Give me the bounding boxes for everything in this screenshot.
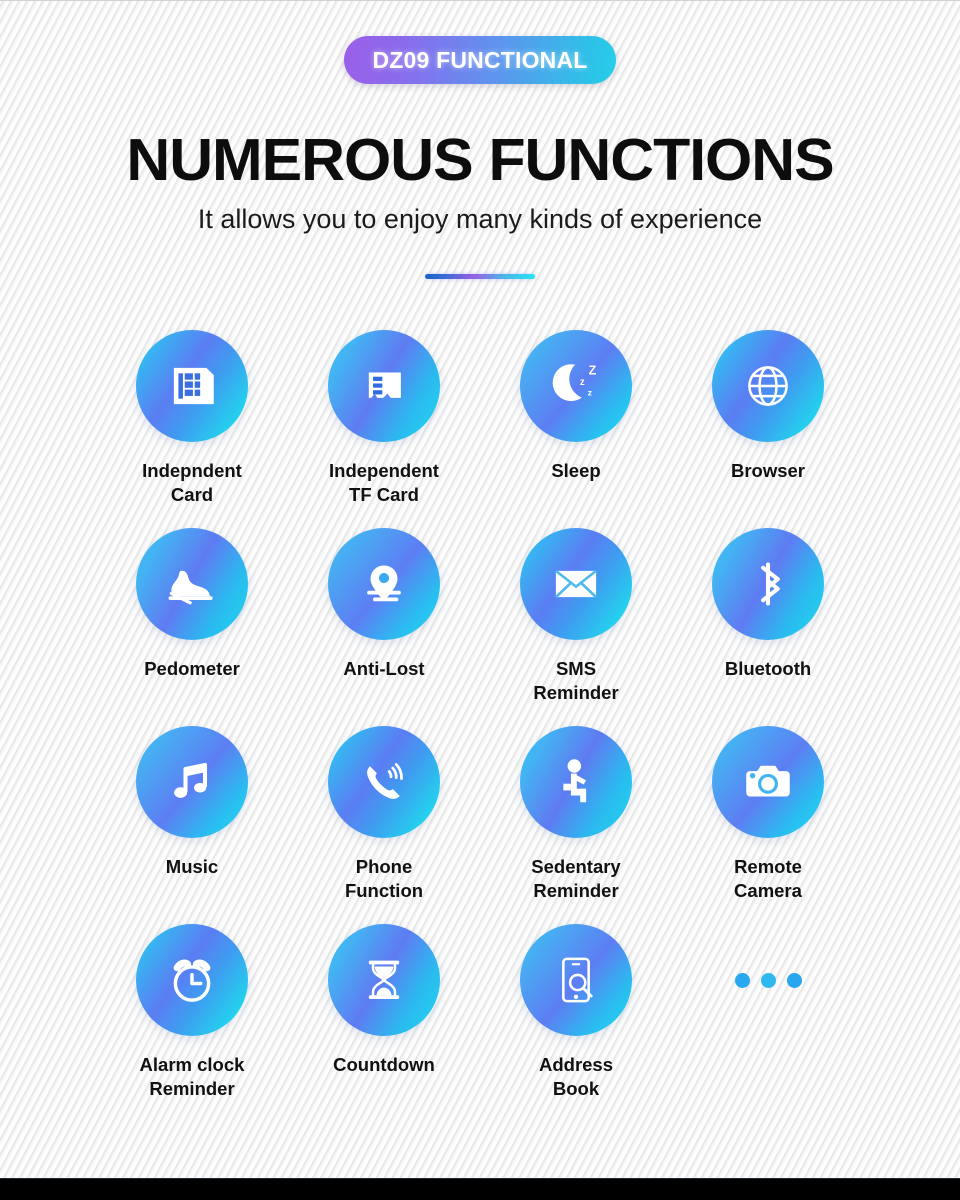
feature-item-alarm-clock-reminder[interactable]: Alarm clock Reminder xyxy=(96,924,288,1122)
dot-1 xyxy=(734,972,750,988)
icon-circle xyxy=(712,528,824,640)
feature-label: Alarm clock Reminder xyxy=(139,1054,245,1100)
sneaker-icon xyxy=(162,554,222,614)
feature-grid: Indepndent Card Independent TF Card Z z … xyxy=(96,330,864,1122)
icon-circle xyxy=(136,528,248,640)
feature-item-browser[interactable]: Browser xyxy=(672,330,864,528)
camera-icon xyxy=(739,753,797,811)
feature-item-sedentary-reminder[interactable]: Sedentary Reminder xyxy=(480,726,672,924)
svg-text:z: z xyxy=(588,388,593,398)
feature-item-phone-function[interactable]: Phone Function xyxy=(288,726,480,924)
icon-circle xyxy=(328,330,440,442)
page-title: NUMEROUS FUNCTIONS xyxy=(126,127,834,193)
icon-circle xyxy=(712,330,824,442)
feature-label: Indepndent Card xyxy=(142,460,242,506)
icon-circle xyxy=(328,924,440,1036)
feature-label: Address Book xyxy=(538,1054,614,1100)
bluetooth-icon xyxy=(742,558,794,610)
icon-circle xyxy=(328,528,440,640)
dot-2 xyxy=(760,972,776,988)
promo-page: DZ09 FUNCTIONAL NUMEROUS FUNCTIONS It al… xyxy=(0,0,960,1200)
svg-text:z: z xyxy=(580,377,585,388)
location-pin-icon xyxy=(357,557,411,611)
feature-label: Independent TF Card xyxy=(329,460,439,506)
svg-text:Z: Z xyxy=(589,363,597,377)
feature-item-sms-reminder[interactable]: SMS Reminder xyxy=(480,528,672,726)
globe-icon xyxy=(741,359,795,413)
icon-circle: Z z z xyxy=(520,330,632,442)
icon-circle xyxy=(136,924,248,1036)
tf-card-icon xyxy=(357,359,411,413)
sitting-person-icon xyxy=(549,755,603,809)
feature-item-independent-tf-card[interactable]: Independent TF Card xyxy=(288,330,480,528)
icon-circle xyxy=(712,726,824,838)
feature-item-countdown[interactable]: Countdown xyxy=(288,924,480,1122)
icon-circle xyxy=(136,726,248,838)
accent-divider xyxy=(425,274,535,279)
feature-label: Phone Function xyxy=(344,856,424,902)
feature-label: Sleep xyxy=(551,460,601,481)
feature-label: Countdown xyxy=(333,1054,435,1075)
alarm-clock-icon xyxy=(164,952,220,1008)
feature-row: Music Phone Function Sedentary Reminder … xyxy=(96,726,864,924)
music-note-icon xyxy=(166,756,218,808)
badge-container: DZ09 FUNCTIONAL xyxy=(0,36,960,84)
icon-circle xyxy=(520,924,632,1036)
feature-label: Browser xyxy=(730,460,806,481)
feature-label: Sedentary Reminder xyxy=(531,856,621,902)
product-badge: DZ09 FUNCTIONAL xyxy=(344,36,616,84)
icon-circle xyxy=(520,726,632,838)
icon-circle xyxy=(520,528,632,640)
feature-row: Indepndent Card Independent TF Card Z z … xyxy=(96,330,864,528)
feature-item-remote-camera[interactable]: Remote Camera xyxy=(672,726,864,924)
dot-3 xyxy=(786,972,802,988)
phone-search-icon xyxy=(549,953,603,1007)
feature-item-address-book[interactable]: Address Book xyxy=(480,924,672,1122)
feature-label: Anti-Lost xyxy=(343,658,425,679)
feature-item-pedometer[interactable]: Pedometer xyxy=(96,528,288,726)
envelope-icon xyxy=(548,556,604,612)
bottom-black-bar xyxy=(0,1178,960,1200)
page-subtitle: It allows you to enjoy many kinds of exp… xyxy=(197,204,763,234)
feature-label: Music xyxy=(165,856,219,877)
moon-sleep-icon: Z z z xyxy=(545,355,607,417)
feature-label: Remote Camera xyxy=(734,856,802,902)
feature-item-more[interactable] xyxy=(672,924,864,1122)
feature-label: Bluetooth xyxy=(724,658,812,679)
feature-item-music[interactable]: Music xyxy=(96,726,288,924)
sim-card-icon xyxy=(163,357,221,415)
three-dots-icon[interactable] xyxy=(712,924,824,1036)
feature-item-anti-lost[interactable]: Anti-Lost xyxy=(288,528,480,726)
phone-ringing-icon xyxy=(356,754,412,810)
feature-row: Pedometer Anti-Lost SMS Reminder Bluetoo… xyxy=(96,528,864,726)
icon-circle xyxy=(328,726,440,838)
feature-item-bluetooth[interactable]: Bluetooth xyxy=(672,528,864,726)
feature-label: Pedometer xyxy=(144,658,240,679)
feature-row: Alarm clock Reminder Countdown Address B… xyxy=(96,924,864,1122)
icon-circle xyxy=(136,330,248,442)
feature-item-sleep[interactable]: Z z z Sleep xyxy=(480,330,672,528)
feature-item-independent-card[interactable]: Indepndent Card xyxy=(96,330,288,528)
feature-label: SMS Reminder xyxy=(533,658,619,704)
hourglass-icon xyxy=(357,953,411,1007)
